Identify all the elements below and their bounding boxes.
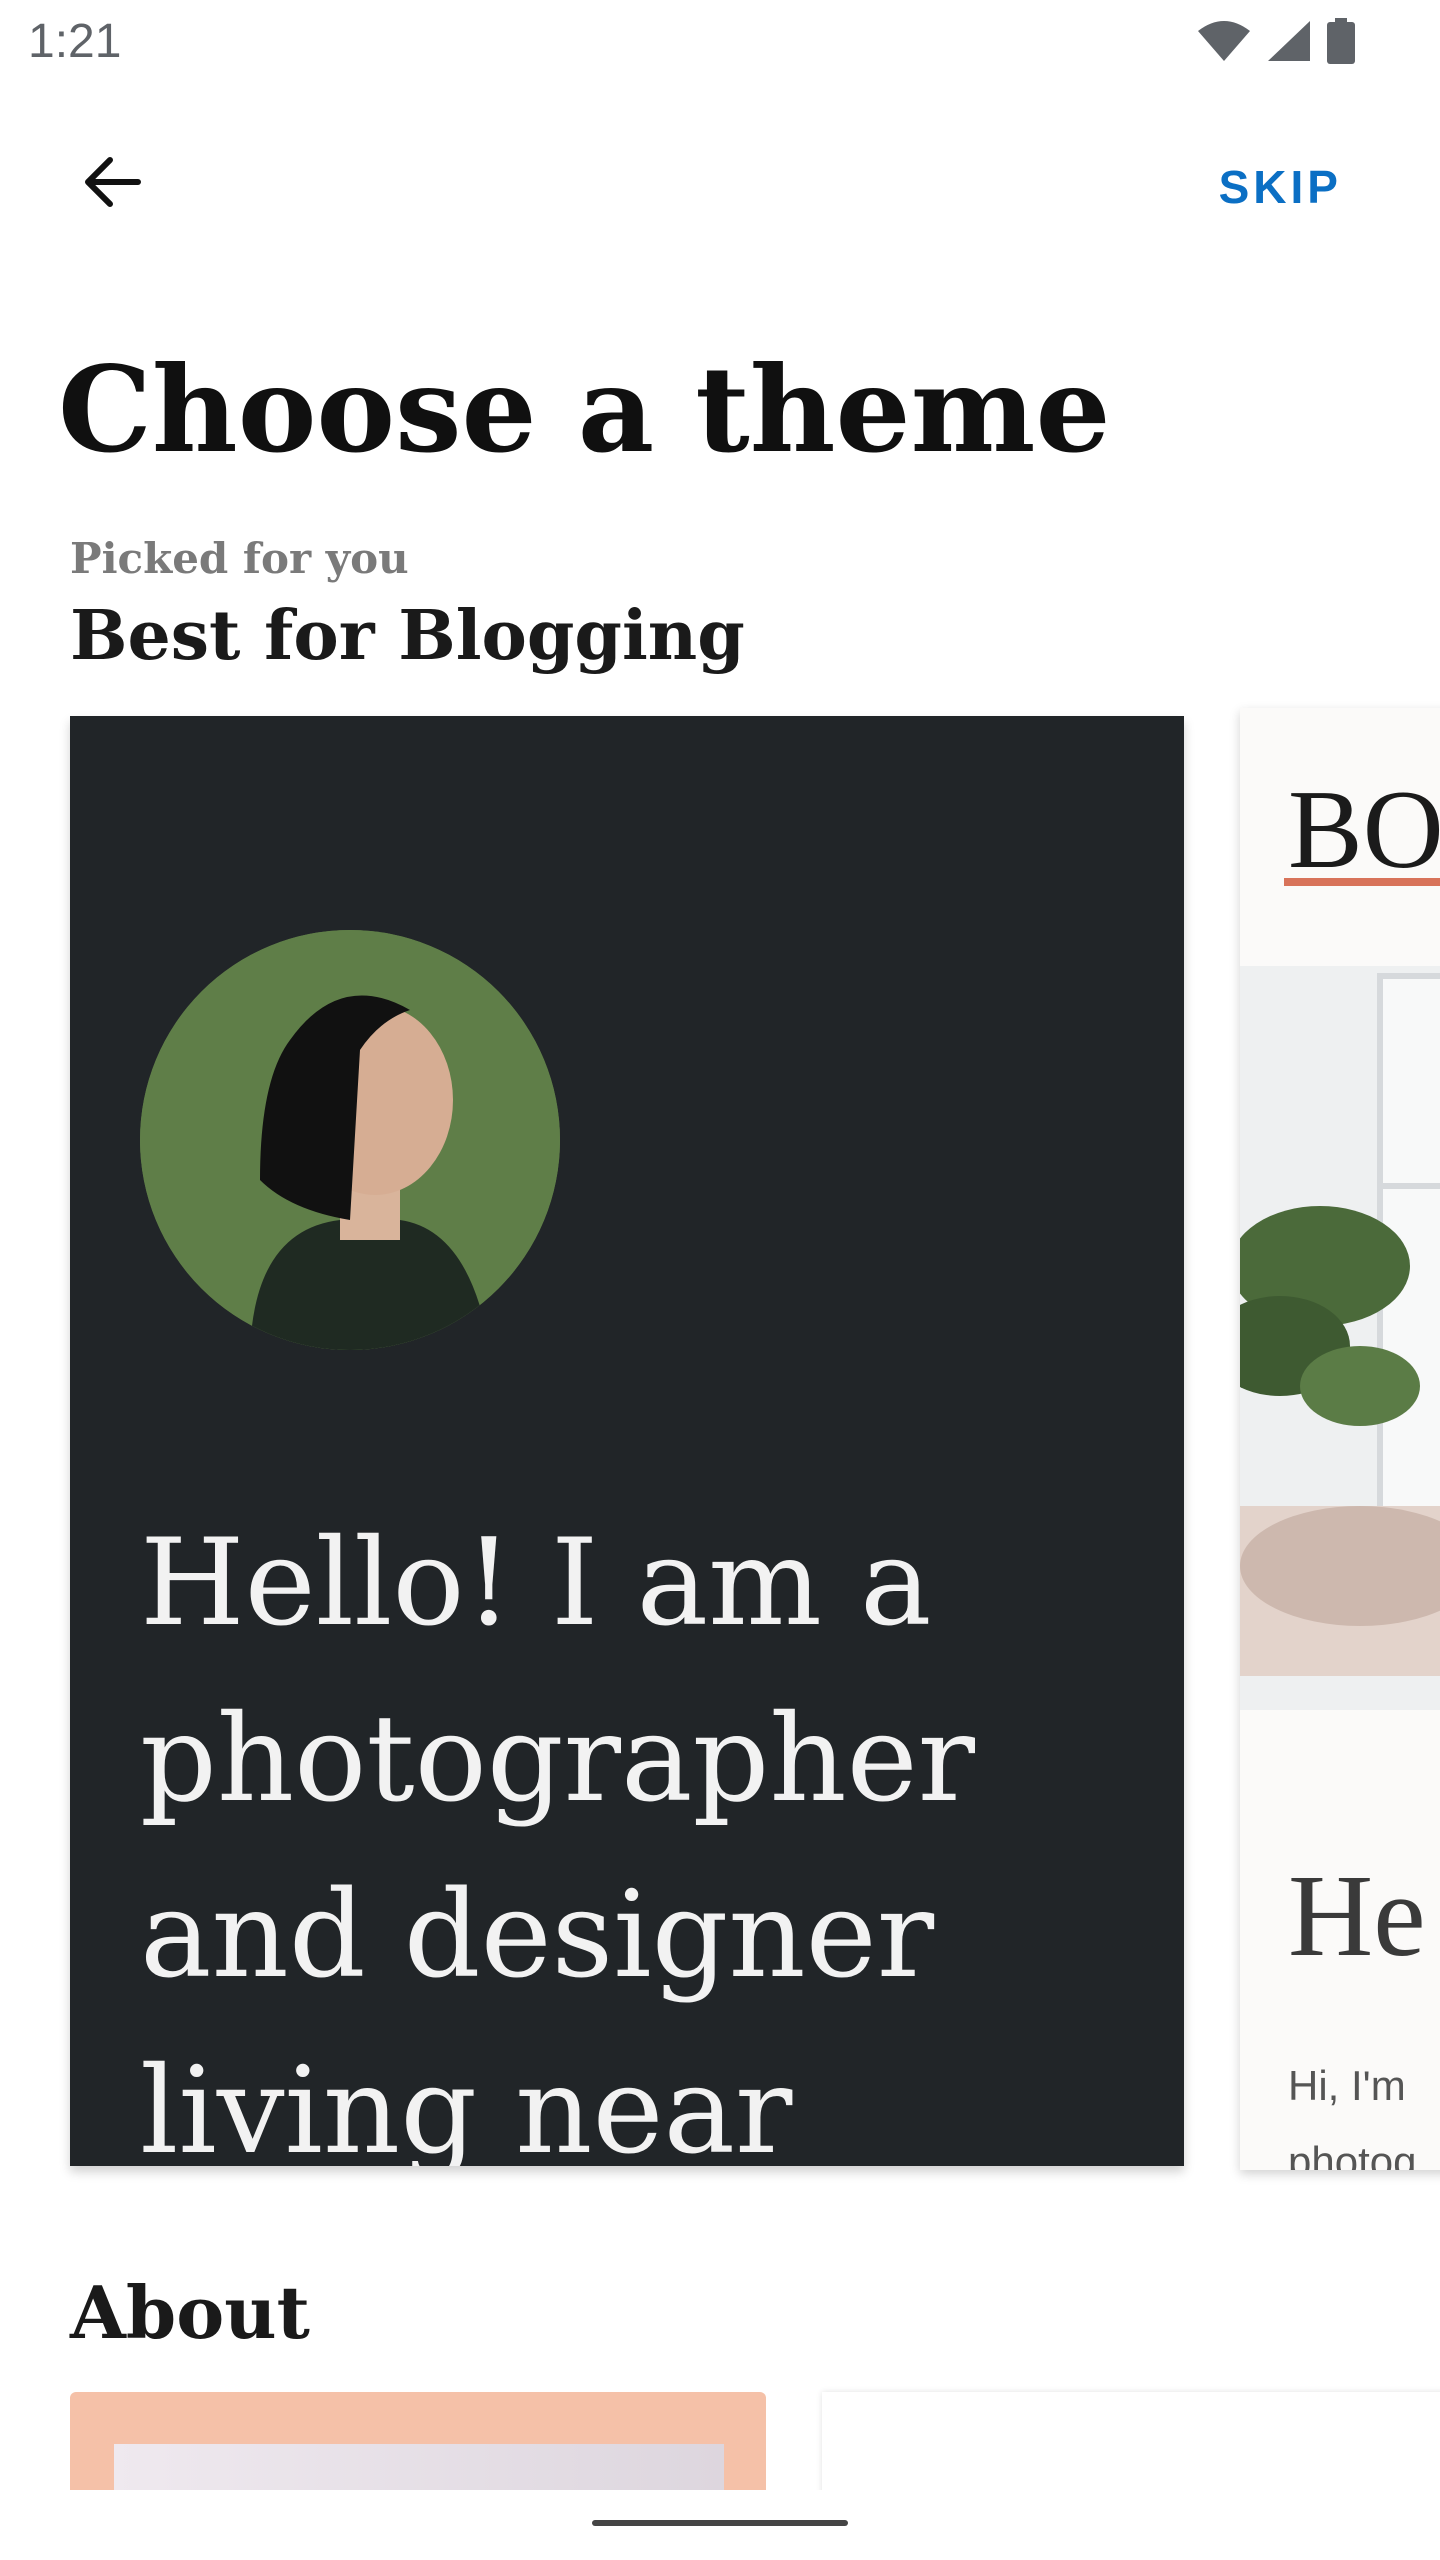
theme-body-text: Hi, I'm photog bbox=[1288, 2048, 1416, 2170]
theme-heading: He bbox=[1288, 1850, 1426, 1981]
theme-logo-text: BO bbox=[1288, 768, 1440, 892]
page-title: Choose a theme bbox=[58, 340, 1111, 479]
theme-card-light[interactable]: BO He Hi, I'm photog bbox=[1240, 708, 1440, 2170]
back-button[interactable] bbox=[70, 140, 154, 224]
status-icons bbox=[1196, 18, 1356, 64]
portrait-image bbox=[140, 930, 560, 1350]
section-title: Best for Blogging bbox=[70, 596, 745, 676]
room-photo bbox=[1240, 966, 1440, 1710]
theme-body-line: photog bbox=[1288, 2138, 1417, 2170]
section-subtitle: Picked for you bbox=[70, 534, 409, 583]
status-time: 1:21 bbox=[28, 15, 122, 68]
wifi-icon bbox=[1198, 21, 1250, 61]
theme-hero-text: Hello! I am a photographer and designer … bbox=[140, 1514, 976, 2166]
status-bar: 1:21 bbox=[0, 0, 1440, 84]
theme-card-dark[interactable]: Hello! I am a photographer and designer … bbox=[70, 716, 1184, 2166]
arrow-left-icon bbox=[85, 157, 141, 207]
skip-button[interactable]: SKIP bbox=[1219, 160, 1342, 214]
battery-icon bbox=[1327, 18, 1355, 64]
about-section-title: About bbox=[70, 2270, 310, 2355]
signal-icon bbox=[1268, 21, 1310, 61]
theme-body-line: Hi, I'm bbox=[1288, 2062, 1406, 2109]
avatar-photo bbox=[140, 930, 560, 1350]
home-indicator[interactable] bbox=[592, 2520, 848, 2526]
theme-room-image bbox=[1240, 966, 1440, 1710]
theme-underline bbox=[1284, 878, 1440, 886]
